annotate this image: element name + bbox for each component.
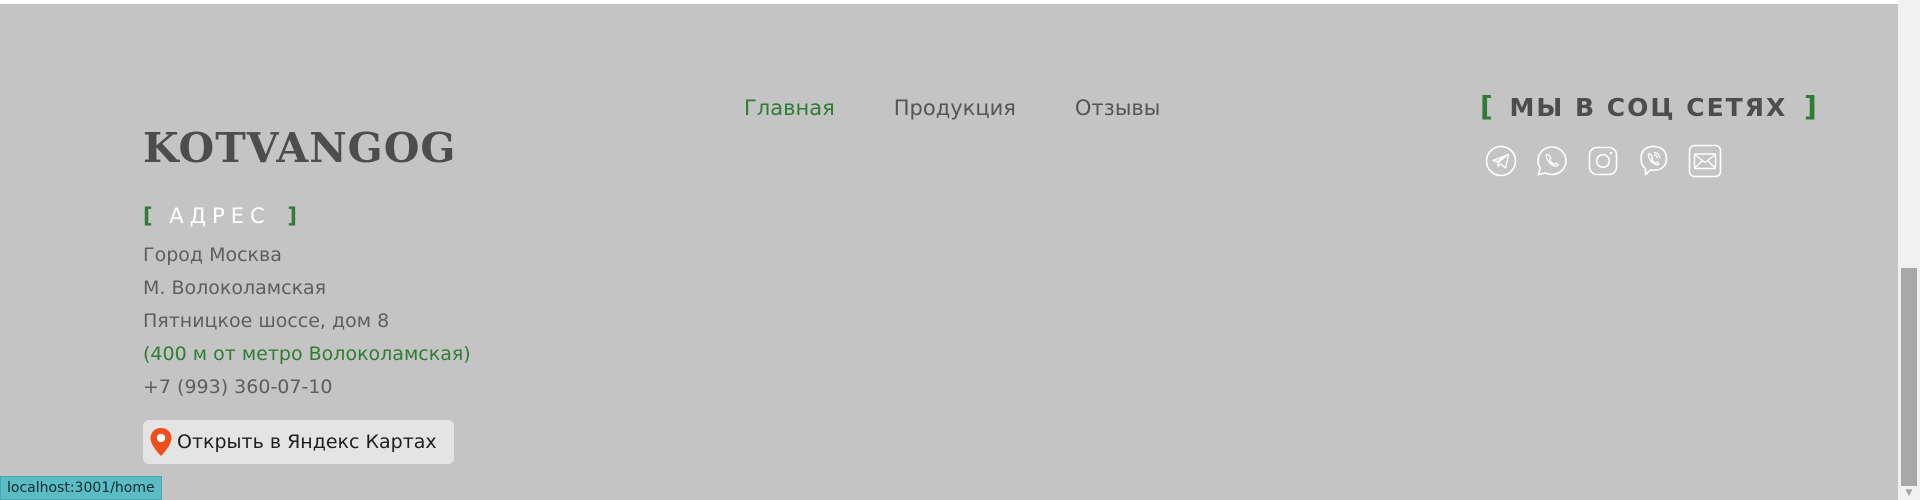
nav-item-home[interactable]: Главная bbox=[744, 96, 835, 120]
nav-item-reviews[interactable]: Отзывы bbox=[1075, 96, 1160, 120]
address-city: Город Москва bbox=[143, 244, 282, 266]
bracket-open: [ bbox=[1480, 90, 1493, 123]
address-metro-distance: (400 м от метро Волоколамская) bbox=[143, 343, 471, 365]
scrollbar-thumb[interactable] bbox=[1901, 268, 1917, 486]
viber-icon[interactable] bbox=[1637, 144, 1671, 178]
address-metro: М. Волоколамская bbox=[143, 277, 327, 299]
social-heading-label: МЫ В СОЦ СЕТЯХ bbox=[1509, 93, 1788, 122]
footer-nav: Главная Продукция Отзывы bbox=[744, 96, 1219, 120]
open-yandex-maps-button[interactable]: Открыть в Яндекс Картах bbox=[143, 420, 454, 464]
site-footer: KOTVANGOG [ АДРЕС ] Город Москва М. Воло… bbox=[0, 4, 1898, 500]
address-heading: [ АДРЕС ] bbox=[143, 204, 297, 228]
scroll-down-arrow-icon[interactable]: ▼ bbox=[1901, 488, 1917, 498]
open-yandex-maps-label: Открыть в Яндекс Картах bbox=[177, 431, 437, 453]
browser-status-url: localhost:3001/home bbox=[0, 476, 162, 500]
brand-logo[interactable]: KOTVANGOG bbox=[143, 124, 456, 172]
social-heading: [ МЫ В СОЦ СЕТЯХ ] bbox=[1480, 90, 1817, 123]
instagram-icon[interactable] bbox=[1586, 144, 1620, 178]
address-phone[interactable]: +7 (993) 360-07-10 bbox=[143, 376, 333, 398]
bracket-close: ] bbox=[287, 204, 297, 228]
social-icons bbox=[1484, 144, 1722, 178]
bracket-close: ] bbox=[1803, 90, 1817, 123]
page-viewport: KOTVANGOG [ АДРЕС ] Город Москва М. Воло… bbox=[0, 0, 1898, 500]
bracket-open: [ bbox=[143, 204, 153, 228]
address-heading-label: АДРЕС bbox=[169, 204, 271, 228]
map-pin-icon bbox=[149, 427, 173, 457]
whatsapp-icon[interactable] bbox=[1535, 144, 1569, 178]
email-icon[interactable] bbox=[1688, 144, 1722, 178]
nav-item-products[interactable]: Продукция bbox=[894, 96, 1016, 120]
address-street: Пятницкое шоссе, дом 8 bbox=[143, 310, 390, 332]
telegram-icon[interactable] bbox=[1484, 144, 1518, 178]
